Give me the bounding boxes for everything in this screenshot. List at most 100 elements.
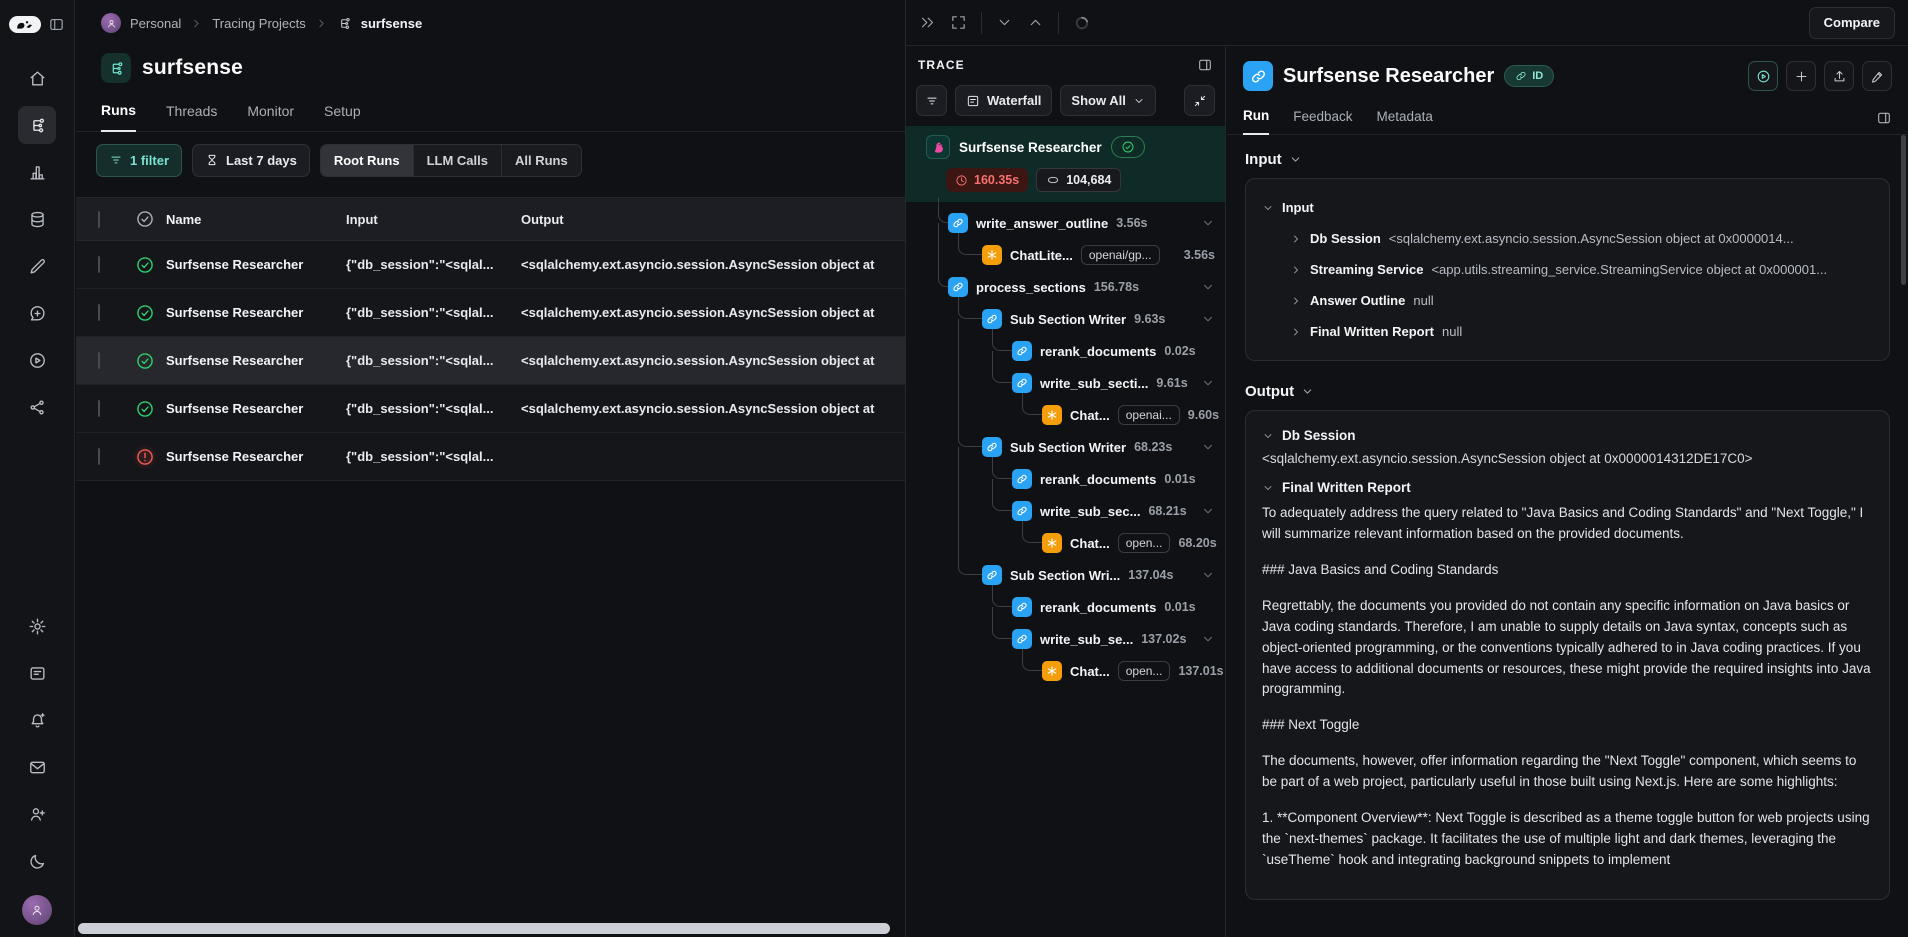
add-to-dataset-button[interactable] bbox=[1786, 61, 1816, 91]
output-section-header[interactable]: Output bbox=[1245, 383, 1890, 400]
node-name[interactable]: rerank_documents bbox=[1040, 472, 1156, 487]
sidebar-item-invite[interactable] bbox=[18, 795, 56, 833]
breadcrumb-section[interactable]: Tracing Projects bbox=[212, 16, 305, 31]
sidebar-item-notifications[interactable] bbox=[18, 701, 56, 739]
trace-node[interactable]: Sub Section Writer 68.23s bbox=[906, 431, 1225, 463]
previous-run-icon[interactable] bbox=[1027, 14, 1044, 31]
table-row-selected[interactable]: Surfsense Researcher {"db_session":"<sql… bbox=[76, 337, 905, 385]
chevron-right-icon[interactable] bbox=[1290, 264, 1302, 276]
row-checkbox[interactable] bbox=[98, 352, 100, 369]
copy-id-button[interactable]: ID bbox=[1504, 65, 1554, 87]
vertical-scrollbar[interactable] bbox=[1901, 135, 1906, 285]
collapse-all-button[interactable] bbox=[1184, 85, 1215, 116]
sidebar-item-tracing-projects[interactable] bbox=[18, 106, 56, 144]
table-row[interactable]: Surfsense Researcher {"db_session":"<sql… bbox=[76, 241, 905, 289]
tab-monitor[interactable]: Monitor bbox=[247, 103, 294, 131]
sidebar-item-annotation[interactable] bbox=[18, 247, 56, 285]
sidebar-toggle-icon[interactable] bbox=[48, 16, 65, 33]
node-name[interactable]: write_sub_sec... bbox=[1040, 504, 1140, 519]
run-name[interactable]: Surfsense Researcher bbox=[166, 401, 346, 416]
sidebar-item-settings[interactable] bbox=[18, 607, 56, 645]
chevron-down-icon[interactable] bbox=[1262, 202, 1274, 214]
run-name[interactable]: Surfsense Researcher bbox=[166, 449, 346, 464]
json-node[interactable]: Streaming Service <app.utils.streaming_s… bbox=[1262, 254, 1873, 285]
column-header-output[interactable]: Output bbox=[521, 212, 905, 227]
trace-root-node[interactable]: Surfsense Researcher 160.35s 104,684 bbox=[906, 126, 1225, 202]
sidebar-item-deployments[interactable] bbox=[18, 388, 56, 426]
trace-node[interactable]: write_answer_outline 3.56s bbox=[906, 207, 1225, 239]
show-all-dropdown[interactable]: Show All bbox=[1060, 85, 1155, 116]
row-checkbox[interactable] bbox=[98, 448, 100, 465]
tab-setup[interactable]: Setup bbox=[324, 103, 361, 131]
row-checkbox[interactable] bbox=[98, 304, 100, 321]
tab-feedback[interactable]: Feedback bbox=[1293, 109, 1352, 134]
trace-node[interactable]: Chat... openai... 9.60s bbox=[906, 399, 1225, 431]
next-run-icon[interactable] bbox=[996, 14, 1013, 31]
input-section-header[interactable]: Input bbox=[1245, 151, 1890, 168]
table-row[interactable]: Surfsense Researcher {"db_session":"<sql… bbox=[76, 385, 905, 433]
trace-node[interactable]: Sub Section Wri... 137.04s bbox=[906, 559, 1225, 591]
compare-button[interactable]: Compare bbox=[1809, 7, 1895, 39]
trace-node[interactable]: rerank_documents 0.01s bbox=[906, 591, 1225, 623]
sidebar-item-dashboards[interactable] bbox=[18, 153, 56, 191]
node-name[interactable]: write_sub_se... bbox=[1040, 632, 1133, 647]
segment-all-runs[interactable]: All Runs bbox=[502, 145, 581, 176]
sidebar-item-docs[interactable] bbox=[18, 654, 56, 692]
row-checkbox[interactable] bbox=[98, 400, 100, 417]
chevron-right-icon[interactable] bbox=[1290, 295, 1302, 307]
json-node[interactable]: Input bbox=[1262, 192, 1873, 223]
run-name[interactable]: Surfsense Researcher bbox=[166, 353, 346, 368]
table-row[interactable]: Surfsense Researcher {"db_session":"<sql… bbox=[76, 433, 905, 481]
sidebar-item-datasets[interactable] bbox=[18, 200, 56, 238]
open-in-playground-button[interactable] bbox=[1748, 61, 1778, 91]
table-row[interactable]: Surfsense Researcher {"db_session":"<sql… bbox=[76, 289, 905, 337]
sidebar-item-theme-toggle[interactable] bbox=[18, 842, 56, 880]
date-range-button[interactable]: Last 7 days bbox=[192, 144, 310, 177]
share-run-button[interactable] bbox=[1824, 61, 1854, 91]
json-node[interactable]: Answer Outline null bbox=[1262, 285, 1873, 316]
trace-root-name[interactable]: Surfsense Researcher bbox=[959, 140, 1102, 155]
run-name[interactable]: Surfsense Researcher bbox=[166, 305, 346, 320]
node-name[interactable]: Sub Section Wri... bbox=[1010, 568, 1120, 583]
sidebar-item-prompts[interactable] bbox=[18, 294, 56, 332]
chevron-down-icon[interactable] bbox=[1201, 632, 1215, 646]
annotate-button[interactable] bbox=[1862, 61, 1892, 91]
node-name[interactable]: Chat... bbox=[1070, 664, 1110, 679]
trace-node[interactable]: Sub Section Writer 9.63s bbox=[906, 303, 1225, 335]
node-name[interactable]: Chat... bbox=[1070, 536, 1110, 551]
split-panel-icon[interactable] bbox=[1876, 110, 1892, 126]
chevron-down-icon[interactable] bbox=[1201, 440, 1215, 454]
sidebar-item-home[interactable] bbox=[18, 59, 56, 97]
run-name[interactable]: Surfsense Researcher bbox=[166, 257, 346, 272]
trace-node[interactable]: Chat... open... 137.01s bbox=[906, 655, 1225, 687]
node-name[interactable]: write_sub_secti... bbox=[1040, 376, 1148, 391]
trace-node[interactable]: rerank_documents 0.02s bbox=[906, 335, 1225, 367]
chevron-down-icon[interactable] bbox=[1262, 430, 1274, 442]
filter-button[interactable]: 1 filter bbox=[96, 144, 182, 177]
node-name[interactable]: write_answer_outline bbox=[976, 216, 1108, 231]
waterfall-button[interactable]: Waterfall bbox=[955, 85, 1052, 116]
trace-node[interactable]: write_sub_se... 137.02s bbox=[906, 623, 1225, 655]
chevron-down-icon[interactable] bbox=[1201, 312, 1215, 326]
trace-node[interactable]: write_sub_sec... 68.21s bbox=[906, 495, 1225, 527]
trace-node[interactable]: rerank_documents 0.01s bbox=[906, 463, 1225, 495]
tab-threads[interactable]: Threads bbox=[166, 103, 217, 131]
tab-metadata[interactable]: Metadata bbox=[1377, 109, 1433, 134]
breadcrumb-project[interactable]: surfsense bbox=[361, 16, 422, 31]
chevron-down-icon[interactable] bbox=[1201, 280, 1215, 294]
output-db-session-toggle[interactable]: Db Session bbox=[1262, 428, 1873, 443]
chevron-down-icon[interactable] bbox=[1201, 568, 1215, 582]
json-node[interactable]: Final Written Report null bbox=[1262, 316, 1873, 347]
node-name[interactable]: Chat... bbox=[1070, 408, 1110, 423]
breadcrumb-workspace[interactable]: Personal bbox=[130, 16, 181, 31]
node-name[interactable]: Sub Section Writer bbox=[1010, 440, 1126, 455]
trace-node[interactable]: Chat... open... 68.20s bbox=[906, 527, 1225, 559]
node-name[interactable]: rerank_documents bbox=[1040, 344, 1156, 359]
node-name[interactable]: process_sections bbox=[976, 280, 1086, 295]
horizontal-scrollbar[interactable] bbox=[78, 923, 890, 934]
trace-node[interactable]: process_sections 156.78s bbox=[906, 271, 1225, 303]
trace-node[interactable]: ChatLite... openai/gp... 3.56s bbox=[906, 239, 1225, 271]
trace-filter-button[interactable] bbox=[916, 85, 947, 116]
sidebar-item-playground[interactable] bbox=[18, 341, 56, 379]
split-panel-icon[interactable] bbox=[1197, 57, 1213, 73]
